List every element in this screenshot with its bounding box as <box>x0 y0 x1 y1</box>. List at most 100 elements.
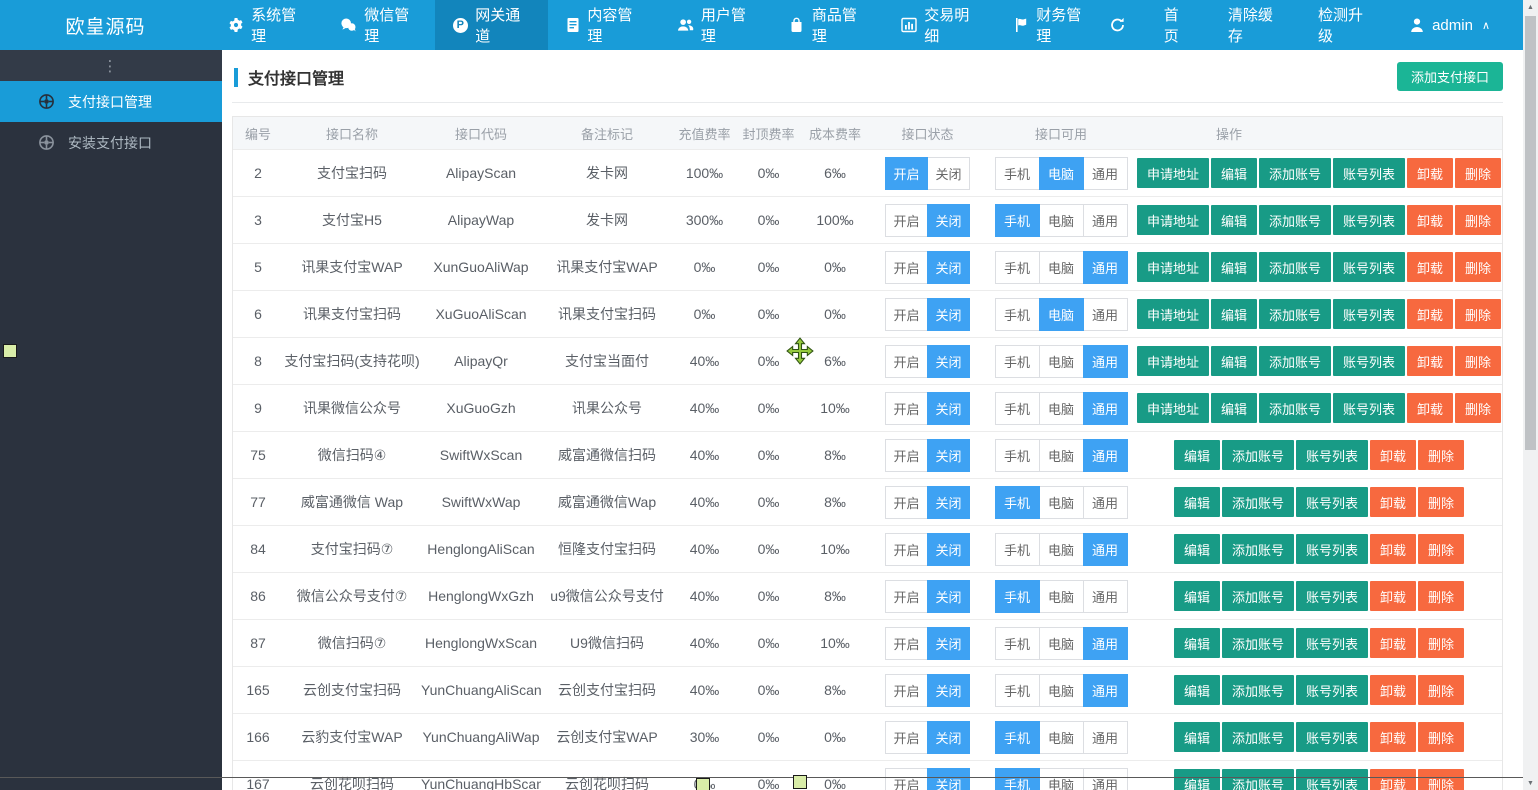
action-button[interactable]: 账号列表 <box>1333 346 1405 376</box>
action-button[interactable]: 添加账号 <box>1259 252 1331 282</box>
action-button[interactable]: 添加账号 <box>1222 581 1294 611</box>
device-option-button[interactable]: 手机 <box>995 392 1040 425</box>
status-option-button[interactable]: 开启 <box>885 627 928 660</box>
action-button[interactable]: 申请地址 <box>1137 346 1209 376</box>
action-button[interactable]: 删除 <box>1418 534 1464 564</box>
action-button[interactable]: 编辑 <box>1174 534 1220 564</box>
device-option-button[interactable]: 通用 <box>1083 768 1128 790</box>
scroll-up-arrow-icon[interactable]: ▲ <box>1523 0 1538 14</box>
action-button[interactable]: 编辑 <box>1174 675 1220 705</box>
device-option-button[interactable]: 手机 <box>995 251 1040 284</box>
status-option-button[interactable]: 开启 <box>885 486 928 519</box>
action-button[interactable]: 删除 <box>1455 299 1501 329</box>
nav-item-gateway[interactable]: P网关通道 <box>435 0 547 50</box>
device-option-button[interactable]: 通用 <box>1083 721 1128 754</box>
device-option-button[interactable]: 通用 <box>1083 580 1128 613</box>
action-button[interactable]: 账号列表 <box>1296 581 1368 611</box>
sidebar-item-pay-interface-manage[interactable]: 支付接口管理 <box>0 81 222 122</box>
device-option-button[interactable]: 电脑 <box>1039 580 1084 613</box>
action-button[interactable]: 添加账号 <box>1259 393 1331 423</box>
action-button[interactable]: 账号列表 <box>1296 487 1368 517</box>
action-button[interactable]: 申请地址 <box>1137 252 1209 282</box>
status-option-button[interactable]: 开启 <box>885 674 928 707</box>
action-button[interactable]: 申请地址 <box>1137 299 1209 329</box>
status-option-button[interactable]: 开启 <box>885 298 928 331</box>
status-option-button[interactable]: 开启 <box>885 345 928 378</box>
action-button[interactable]: 添加账号 <box>1259 158 1331 188</box>
action-button[interactable]: 账号列表 <box>1296 722 1368 752</box>
action-button[interactable]: 编辑 <box>1211 158 1257 188</box>
action-button[interactable]: 删除 <box>1455 346 1501 376</box>
status-option-button[interactable]: 关闭 <box>927 721 970 754</box>
scroll-down-arrow-icon[interactable]: ▼ <box>1523 776 1538 790</box>
action-button[interactable]: 卸载 <box>1370 722 1416 752</box>
sidebar-item-install-pay-interface[interactable]: 安装支付接口 <box>0 122 222 163</box>
status-option-button[interactable]: 关闭 <box>927 392 970 425</box>
action-button[interactable]: 卸载 <box>1407 205 1453 235</box>
action-button[interactable]: 编辑 <box>1174 769 1220 790</box>
action-button[interactable]: 编辑 <box>1211 299 1257 329</box>
action-button[interactable]: 卸载 <box>1370 440 1416 470</box>
device-option-button[interactable]: 电脑 <box>1039 768 1084 790</box>
status-option-button[interactable]: 关闭 <box>927 580 970 613</box>
action-button[interactable]: 卸载 <box>1370 675 1416 705</box>
action-button[interactable]: 账号列表 <box>1296 440 1368 470</box>
action-button[interactable]: 申请地址 <box>1137 158 1209 188</box>
action-button[interactable]: 添加账号 <box>1259 299 1331 329</box>
action-button[interactable]: 编辑 <box>1174 628 1220 658</box>
status-option-button[interactable]: 关闭 <box>927 627 970 660</box>
action-button[interactable]: 删除 <box>1455 158 1501 188</box>
action-button[interactable]: 添加账号 <box>1222 440 1294 470</box>
action-button[interactable]: 编辑 <box>1174 440 1220 470</box>
action-button[interactable]: 账号列表 <box>1333 252 1405 282</box>
status-option-button[interactable]: 开启 <box>885 439 928 472</box>
device-option-button[interactable]: 通用 <box>1083 157 1128 190</box>
status-option-button[interactable]: 关闭 <box>927 345 970 378</box>
action-button[interactable]: 添加账号 <box>1222 675 1294 705</box>
status-option-button[interactable]: 开启 <box>885 580 928 613</box>
device-option-button[interactable]: 手机 <box>995 768 1040 790</box>
action-button[interactable]: 账号列表 <box>1333 393 1405 423</box>
action-button[interactable]: 申请地址 <box>1137 205 1209 235</box>
nav-item-user[interactable]: 用户管理 <box>660 0 772 50</box>
action-button[interactable]: 卸载 <box>1407 252 1453 282</box>
device-option-button[interactable]: 电脑 <box>1039 298 1084 331</box>
topbar-link-check-upgrade[interactable]: 检测升级 <box>1318 4 1370 46</box>
action-button[interactable]: 申请地址 <box>1137 393 1209 423</box>
status-option-button[interactable]: 关闭 <box>927 674 970 707</box>
status-option-button[interactable]: 关闭 <box>927 298 970 331</box>
device-option-button[interactable]: 手机 <box>995 439 1040 472</box>
action-button[interactable]: 卸载 <box>1407 299 1453 329</box>
topbar-link-clear-cache[interactable]: 清除缓存 <box>1228 4 1280 46</box>
device-option-button[interactable]: 电脑 <box>1039 674 1084 707</box>
action-button[interactable]: 添加账号 <box>1222 769 1294 790</box>
device-option-button[interactable]: 电脑 <box>1039 392 1084 425</box>
action-button[interactable]: 卸载 <box>1407 158 1453 188</box>
status-option-button[interactable]: 关闭 <box>927 204 970 237</box>
device-option-button[interactable]: 通用 <box>1083 674 1128 707</box>
add-pay-interface-button[interactable]: 添加支付接口 <box>1397 62 1503 91</box>
action-button[interactable]: 删除 <box>1455 205 1501 235</box>
status-option-button[interactable]: 关闭 <box>927 439 970 472</box>
device-option-button[interactable]: 通用 <box>1083 486 1128 519</box>
action-button[interactable]: 删除 <box>1418 487 1464 517</box>
action-button[interactable]: 卸载 <box>1370 628 1416 658</box>
status-option-button[interactable]: 关闭 <box>927 533 970 566</box>
action-button[interactable]: 添加账号 <box>1222 628 1294 658</box>
scrollbar-thumb[interactable] <box>1525 16 1536 450</box>
device-option-button[interactable]: 通用 <box>1083 533 1128 566</box>
device-option-button[interactable]: 电脑 <box>1039 157 1084 190</box>
action-button[interactable]: 删除 <box>1418 722 1464 752</box>
device-option-button[interactable]: 电脑 <box>1039 251 1084 284</box>
vertical-scrollbar[interactable]: ▲ ▼ <box>1523 0 1538 790</box>
action-button[interactable]: 删除 <box>1418 440 1464 470</box>
sidebar-collapse-toggle[interactable]: ⋮ <box>0 50 222 81</box>
device-option-button[interactable]: 通用 <box>1083 392 1128 425</box>
action-button[interactable]: 删除 <box>1418 675 1464 705</box>
device-option-button[interactable]: 电脑 <box>1039 533 1084 566</box>
action-button[interactable]: 删除 <box>1418 628 1464 658</box>
device-option-button[interactable]: 电脑 <box>1039 439 1084 472</box>
action-button[interactable]: 添加账号 <box>1222 534 1294 564</box>
nav-item-system[interactable]: 系统管理 <box>211 0 323 50</box>
action-button[interactable]: 账号列表 <box>1296 675 1368 705</box>
